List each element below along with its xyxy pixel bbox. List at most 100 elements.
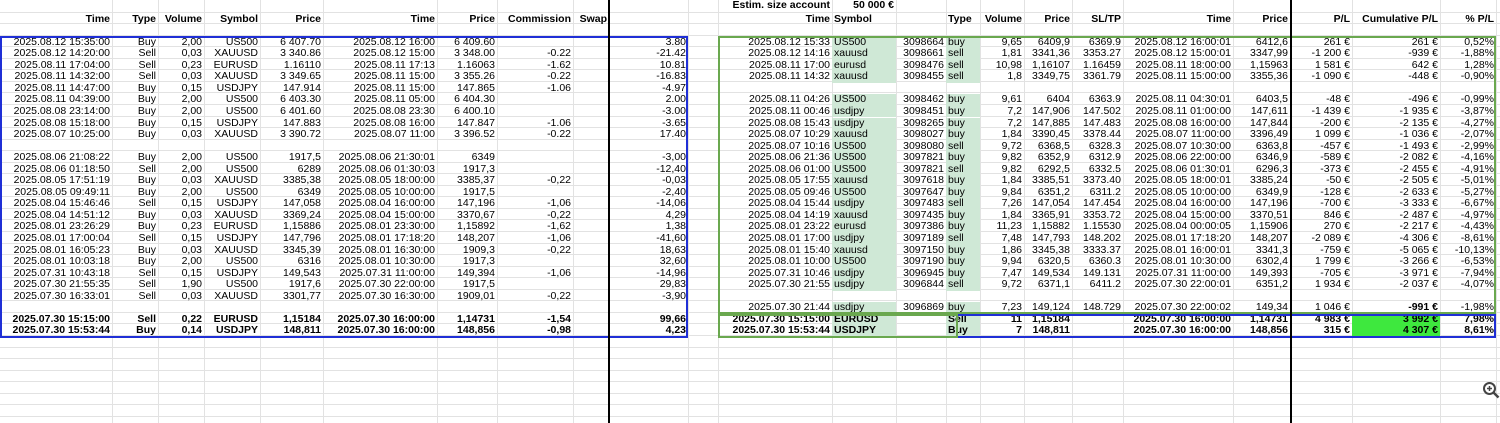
right-cell[interactable]	[1072, 325, 1123, 337]
right-cell[interactable]: 6368,5	[1024, 141, 1072, 153]
right-cell[interactable]: -1 200 €	[1290, 48, 1352, 60]
right-cell[interactable]: 2025.08.04 14:19	[718, 210, 832, 222]
right-cell[interactable]: 1,86	[980, 245, 1024, 257]
right-cell[interactable]: 3096869	[896, 302, 946, 314]
right-cell[interactable]: buy	[946, 152, 980, 164]
right-cell[interactable]: 3370,51	[1233, 210, 1290, 222]
left-header-cell[interactable]: Price	[260, 14, 323, 26]
right-cell[interactable]: 6349,9	[1233, 187, 1290, 199]
right-cell[interactable]	[1024, 291, 1072, 303]
right-cell[interactable]: 3345,38	[1024, 245, 1072, 257]
right-cell[interactable]: -3,87%	[1440, 106, 1496, 118]
right-cell[interactable]: 2025.08.12 14:16	[718, 48, 832, 60]
right-cell[interactable]: buy	[946, 302, 980, 314]
right-cell[interactable]: 3365,91	[1024, 210, 1072, 222]
right-cell[interactable]: -759 €	[1290, 245, 1352, 257]
right-cell[interactable]: -0,90%	[1440, 71, 1496, 83]
right-cell[interactable]: 642 €	[1352, 60, 1440, 72]
right-cell[interactable]: buy	[946, 117, 980, 130]
right-cell[interactable]: 3098027	[896, 129, 946, 141]
right-cell[interactable]: 3361.79	[1072, 71, 1123, 83]
right-cell[interactable]: 2025.07.30 15:15:00	[718, 314, 832, 326]
right-cell[interactable]: 2025.08.11 01:00:00	[1123, 106, 1233, 118]
right-cell[interactable]: -1 036 €	[1352, 129, 1440, 141]
right-cell[interactable]	[1072, 83, 1123, 95]
right-cell[interactable]	[1072, 291, 1123, 303]
right-cell[interactable]: 1,15882	[1024, 221, 1072, 233]
right-cell[interactable]: 315 €	[1290, 325, 1352, 337]
right-cell[interactable]: 147,196	[1233, 198, 1290, 210]
right-cell[interactable]	[1352, 83, 1440, 95]
right-cell[interactable]: 6404	[1024, 94, 1072, 106]
right-cell[interactable]: 3096945	[896, 268, 946, 280]
right-cell[interactable]: -1,98%	[1440, 302, 1496, 314]
right-cell[interactable]: 2025.08.11 04:26	[718, 94, 832, 106]
right-cell[interactable]: -0,99%	[1440, 94, 1496, 106]
right-cell[interactable]: 6412,6	[1233, 37, 1290, 49]
right-cell[interactable]: 2025.08.11 17:00	[718, 60, 832, 72]
right-cell[interactable]: 6403,5	[1233, 94, 1290, 106]
right-cell[interactable]: 3097618	[896, 175, 946, 187]
right-cell[interactable]: 2025.08.01 23:22	[718, 221, 832, 233]
right-cell[interactable]: -1 439 €	[1290, 106, 1352, 118]
right-cell[interactable]: -5,27%	[1440, 187, 1496, 199]
right-cell[interactable]: Sell	[946, 313, 980, 326]
right-cell[interactable]: -5 065 €	[1352, 245, 1440, 257]
right-cell[interactable]: 2025.07.30 16:00:00	[1123, 314, 1233, 326]
right-cell[interactable]: 2025.08.06 21:36	[718, 152, 832, 164]
right-cell[interactable]: 6352,9	[1024, 152, 1072, 164]
right-cell[interactable]: 2025.08.01 10:30:00	[1123, 256, 1233, 268]
right-cell[interactable]: 9,82	[980, 164, 1024, 176]
right-cell[interactable]: sell	[946, 71, 980, 83]
right-cell[interactable]: -2 455 €	[1352, 164, 1440, 176]
right-cell[interactable]: 2025.08.11 14:32	[718, 71, 832, 83]
right-cell[interactable]	[980, 83, 1024, 95]
right-cell[interactable]: 2025.08.08 16:00:00	[1123, 118, 1233, 130]
right-cell[interactable]: usdjpy	[832, 233, 896, 245]
right-cell[interactable]: 2025.08.07 11:00:00	[1123, 129, 1233, 141]
right-cell[interactable]: 2025.07.31 10:46	[718, 268, 832, 280]
right-cell[interactable]: xauusd	[832, 244, 896, 257]
zoom-icon[interactable]	[1482, 381, 1500, 399]
right-cell[interactable]: 7	[980, 325, 1024, 337]
right-cell[interactable]: 3098661	[896, 48, 946, 60]
right-cell[interactable]: 1,15963	[1233, 60, 1290, 72]
right-cell[interactable]: 2025.07.30 21:44	[718, 302, 832, 314]
left-header-cell[interactable]: Price	[437, 14, 497, 26]
right-cell[interactable]: -2 487 €	[1352, 210, 1440, 222]
right-cell[interactable]: 6351,2	[1024, 187, 1072, 199]
right-cell[interactable]: 1.15530	[1072, 221, 1123, 233]
right-cell[interactable]: 6409,9	[1024, 37, 1072, 49]
right-cell[interactable]: 3097821	[896, 152, 946, 164]
right-cell[interactable]: 7,23	[980, 302, 1024, 314]
right-cell[interactable]: eurusd	[832, 221, 896, 233]
right-cell[interactable]: 3098476	[896, 60, 946, 72]
right-cell[interactable]	[946, 83, 980, 95]
right-cell[interactable]: -4,16%	[1440, 152, 1496, 164]
right-cell[interactable]: -2,07%	[1440, 129, 1496, 141]
right-cell[interactable]: 9,84	[980, 187, 1024, 199]
right-cell[interactable]: sell	[946, 279, 980, 291]
right-cell[interactable]: 9,94	[980, 256, 1024, 268]
right-cell[interactable]: 3 992 €	[1352, 313, 1440, 326]
right-cell[interactable]: -3 971 €	[1352, 268, 1440, 280]
right-cell[interactable]: 2025.08.08 15:43	[718, 118, 832, 130]
right-cell[interactable]: 6371,1	[1024, 279, 1072, 291]
right-header-cell[interactable]	[896, 14, 946, 26]
right-cell[interactable]: 2025.08.05 17:55	[718, 175, 832, 187]
right-header-cell[interactable]: Price	[1024, 14, 1072, 26]
right-cell[interactable]: 2025.07.30 22:00:01	[1123, 279, 1233, 291]
right-cell[interactable]: 261 €	[1290, 37, 1352, 49]
right-header-cell[interactable]: Volume	[980, 14, 1024, 26]
left-header-cell[interactable]: Commission	[497, 14, 573, 26]
right-cell[interactable]: buy	[946, 129, 980, 141]
right-cell[interactable]: sell	[946, 59, 980, 72]
left-header-cell[interactable]	[609, 14, 688, 26]
right-cell[interactable]: 1.16459	[1072, 60, 1123, 72]
right-cell[interactable]: -991 €	[1352, 302, 1440, 314]
right-cell[interactable]: 3097189	[896, 233, 946, 245]
right-cell[interactable]: 10,98	[980, 60, 1024, 72]
right-cell[interactable]: -48 €	[1290, 94, 1352, 106]
right-cell[interactable]: 6292,5	[1024, 164, 1072, 176]
right-cell[interactable]: 3333.37	[1072, 245, 1123, 257]
